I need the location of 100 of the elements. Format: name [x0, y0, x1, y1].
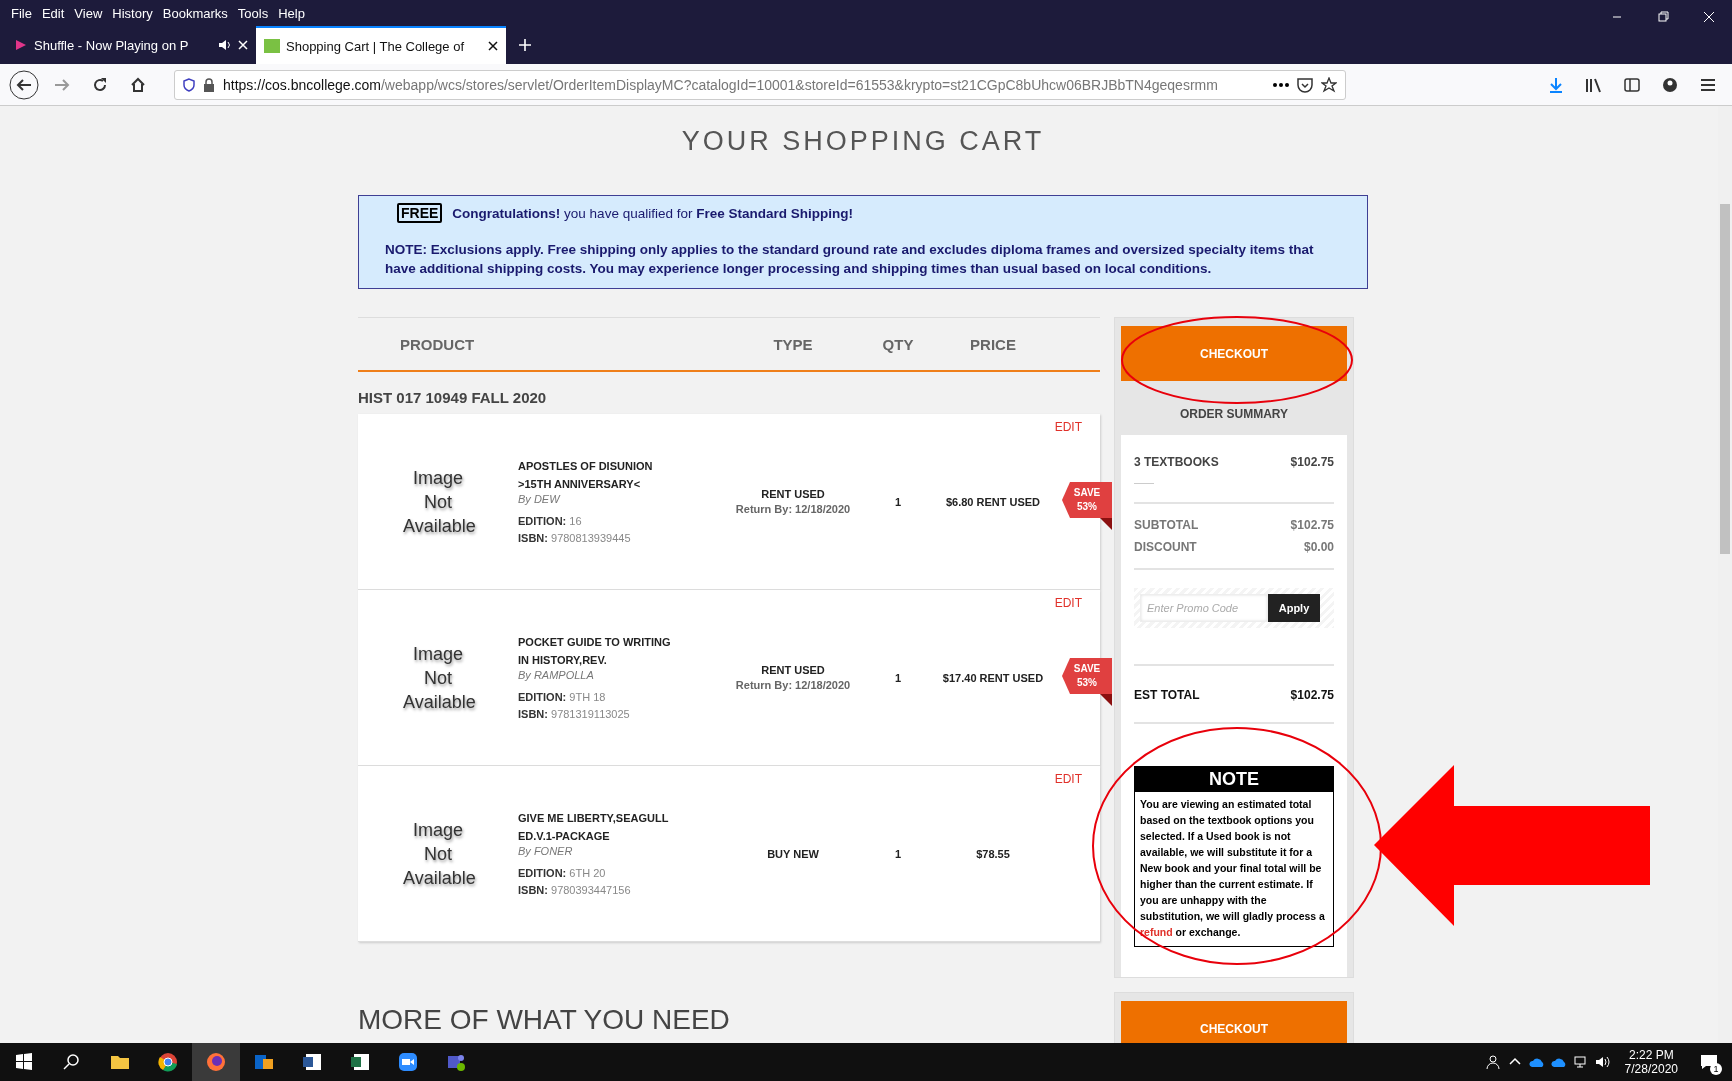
banner-message: Congratulations! you have qualified for Free Standard Shipping!	[452, 205, 853, 221]
truck-icon: FREE	[397, 203, 443, 223]
menu-item[interactable]: History	[109, 3, 156, 23]
pocket-icon[interactable]	[1297, 76, 1313, 93]
forward-icon[interactable]	[54, 77, 70, 92]
windows-icon[interactable]	[14, 1052, 34, 1072]
save-text: SAVE	[1073, 662, 1101, 676]
book-isbn: ISBN: 9780393447156	[518, 882, 632, 898]
page-title: YOUR SHOPPING CART	[681, 126, 1045, 157]
url-text: https://cos.bncollege.com/webapp/wcs/stores/servlet/OrderItemDisplayMC?catalogId=10001&storeId=61553&krypto=st21CGpC8bUhcw06BRJBbTN4geqesrmm	[223, 76, 1219, 93]
site-icon	[264, 39, 280, 53]
banner-note: NOTE: Exclusions apply. Free shipping only applies to the standard ground rate and excludes diploma frames and oversized specialty items that have additional shipping costs. You may experience longer processing and shipping times than usual based on local conditions.	[385, 241, 1315, 278]
return-date: Return By: 12/18/2020	[734, 679, 852, 691]
star-icon[interactable]	[1321, 76, 1337, 93]
menu-item[interactable]: View	[71, 3, 106, 23]
column-header: TYPE	[772, 335, 814, 353]
summary-value: $0.00	[1303, 540, 1334, 554]
apply-button[interactable]: Apply	[1268, 594, 1320, 622]
person-icon[interactable]	[1484, 1054, 1501, 1070]
video-camera-icon[interactable]	[398, 1052, 418, 1072]
menu-item[interactable]: Edit	[38, 3, 68, 23]
book-edition: EDITION: 16	[518, 513, 583, 529]
clock-time: 2:22 PM	[1628, 1048, 1674, 1062]
clock-date: 7/28/2020	[1624, 1062, 1678, 1076]
total-value: $102.75	[1290, 688, 1334, 702]
note-text: You are viewing an estimated total based on the textbook options you selected. If a Used book is not available, we will substitute it for a New book and your final total will be higher than the current estimate. If you are unhappy with the substitution, we will gladly process a refund or exchange.	[1139, 797, 1326, 940]
volume-icon[interactable]	[1594, 1054, 1611, 1070]
book-author: By FONER	[518, 844, 574, 857]
book-author: By DEW	[518, 492, 562, 505]
summary-label: SUBTOTAL	[1134, 518, 1199, 532]
plus-icon[interactable]	[518, 38, 532, 52]
restore-icon[interactable]	[1657, 11, 1669, 23]
menu-item[interactable]: File	[8, 3, 35, 23]
note-heading: NOTE	[1135, 767, 1333, 792]
browser-tab[interactable]: Shuffle - Now Playing on P	[6, 26, 256, 64]
total-label: EST TOTAL	[1134, 688, 1200, 702]
purchase-type: RENT USED	[760, 664, 826, 676]
tab-title: Shuffle - Now Playing on P	[34, 37, 190, 53]
edit-link[interactable]: EDIT	[1054, 596, 1082, 610]
save-text: SAVE	[1073, 486, 1101, 500]
save-text: 53%	[1077, 500, 1097, 514]
lock-icon	[203, 77, 215, 92]
quantity: 1	[893, 671, 903, 684]
site-icon	[14, 38, 28, 52]
account-icon[interactable]	[1662, 76, 1678, 93]
close-icon[interactable]	[488, 41, 498, 51]
summary-label: 3 TEXTBOOKS	[1134, 455, 1219, 469]
no-image-notice: Image Not Available	[403, 818, 473, 890]
network-icon[interactable]	[1572, 1054, 1589, 1070]
library-icon[interactable]	[1585, 76, 1603, 93]
menu-icon[interactable]	[1700, 77, 1716, 92]
menu-item[interactable]: Tools	[234, 3, 272, 23]
more-icon[interactable]	[1273, 82, 1289, 87]
search-icon[interactable]	[62, 1052, 82, 1072]
reload-icon[interactable]	[92, 76, 108, 93]
promo-code-field[interactable]: Enter Promo Code	[1140, 594, 1268, 622]
edit-link[interactable]: EDIT	[1054, 420, 1082, 434]
column-header: PRODUCT	[399, 335, 476, 353]
book-title[interactable]: APOSTLES OF DISUNION >15TH ANNIVERSARY<	[518, 456, 680, 493]
no-image-notice: Image Not Available	[403, 642, 473, 714]
address-bar[interactable]: https://cos.bncollege.com/webapp/wcs/stores/servlet/OrderItemDisplayMC?catalogId=10001&storeId=61553&krypto=st21CGpC8bUhcw06BRJBbTN4geqesrmm	[174, 69, 1346, 100]
book-isbn: ISBN: 9780813939445	[518, 530, 632, 546]
purchase-type: BUY NEW	[766, 847, 820, 860]
summary-value: $102.75	[1290, 518, 1334, 532]
shield-icon	[183, 77, 195, 92]
notification-icon[interactable]	[1700, 1054, 1718, 1070]
course-heading: HIST 017 10949 FALL 2020	[358, 388, 548, 408]
sidebar-icon[interactable]	[1624, 76, 1640, 93]
book-edition: EDITION: 6TH 20	[518, 865, 607, 881]
summary-label: DISCOUNT	[1134, 540, 1197, 554]
scrollbar-thumb[interactable]	[1720, 204, 1730, 554]
price: $6.80 RENT USED	[944, 495, 1042, 508]
save-text: 53%	[1077, 676, 1097, 690]
back-icon[interactable]	[9, 69, 39, 100]
summary-value: $102.75	[1290, 455, 1334, 469]
menu-item[interactable]: Help	[275, 3, 308, 23]
home-icon[interactable]	[130, 76, 146, 93]
download-icon[interactable]	[1548, 76, 1564, 93]
book-isbn: ISBN: 9781319113025	[518, 706, 631, 722]
book-title[interactable]: GIVE ME LIBERTY,SEAGULL ED.V.1-PACKAGE	[518, 808, 680, 845]
speaker-icon[interactable]	[218, 39, 232, 51]
browser-tab[interactable]: Shopping Cart | The College of	[256, 26, 506, 64]
menu-item[interactable]: Bookmarks	[159, 3, 231, 23]
book-edition: EDITION: 9TH 18	[518, 689, 607, 705]
book-title[interactable]: POCKET GUIDE TO WRITING IN HISTORY,REV.	[518, 632, 680, 669]
refund-link[interactable]: refund	[1140, 926, 1173, 938]
tab-title: Shopping Cart | The College of	[286, 38, 466, 54]
column-header: PRICE	[969, 335, 1017, 353]
clock[interactable]: 2:22 PM 7/28/2020	[1616, 1048, 1686, 1076]
notification-count: 1	[1710, 1063, 1722, 1075]
section-heading: MORE OF WHAT YOU NEED	[358, 1006, 730, 1034]
edit-link[interactable]: EDIT	[1054, 772, 1082, 786]
quantity: 1	[893, 495, 903, 508]
price: $78.55	[975, 847, 1011, 860]
return-date: Return By: 12/18/2020	[734, 503, 852, 515]
column-header: QTY	[881, 335, 915, 353]
no-image-notice: Image Not Available	[403, 466, 473, 538]
quantity: 1	[893, 847, 903, 860]
summary-heading: ORDER SUMMARY	[1179, 407, 1289, 421]
book-author: By RAMPOLLA	[518, 668, 595, 681]
